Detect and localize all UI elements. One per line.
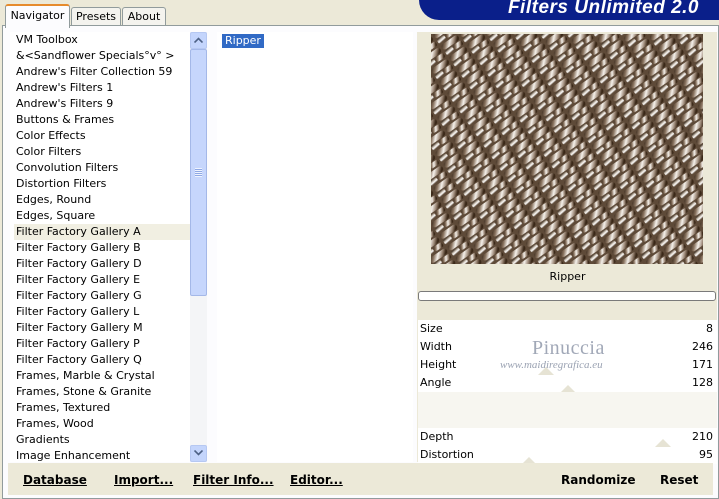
category-item[interactable]: Color Effects <box>14 128 194 144</box>
filter-preview-image <box>431 34 703 264</box>
category-item[interactable]: Buttons & Frames <box>14 112 194 128</box>
brand-banner: Filters Unlimited 2.0 <box>419 0 719 20</box>
bottom-button-bar: Database Import... Filter Info... Editor… <box>8 463 713 495</box>
preview-caption: Ripper <box>418 266 717 288</box>
param-value: 8 <box>706 322 713 335</box>
category-item[interactable]: &<Sandflower Specials°v° > <box>14 48 194 64</box>
grip-icon <box>195 168 202 177</box>
category-item[interactable]: Convolution Filters <box>14 160 194 176</box>
param-row-size[interactable]: Size 8 <box>418 320 717 338</box>
param-value: 171 <box>692 358 713 371</box>
param-name: Width <box>420 340 452 353</box>
category-scrollbar[interactable] <box>190 32 207 462</box>
param-row-distortion[interactable]: Distortion 95 <box>418 446 717 465</box>
param-value: 246 <box>692 340 713 353</box>
param-row-empty[interactable] <box>418 410 717 428</box>
randomize-button[interactable]: Randomize <box>561 472 635 488</box>
brand-title: Filters Unlimited 2.0 <box>507 0 699 18</box>
tab-presets[interactable]: Presets <box>71 7 121 26</box>
filter-info-button[interactable]: Filter Info... <box>193 472 274 488</box>
chevron-up-icon <box>194 37 203 43</box>
category-item[interactable]: Edges, Round <box>14 192 194 208</box>
category-item[interactable]: Filter Factory Gallery G <box>14 288 194 304</box>
category-item[interactable]: Frames, Marble & Crystal <box>14 368 194 384</box>
category-item[interactable]: Filter Factory Gallery L <box>14 304 194 320</box>
category-item[interactable]: Frames, Stone & Granite <box>14 384 194 400</box>
category-list-panel: VM Toolbox &<Sandflower Specials°v° > Andr… <box>10 32 207 462</box>
category-item[interactable]: VM Toolbox <box>14 32 194 48</box>
reset-button[interactable]: Reset <box>660 472 698 488</box>
category-item[interactable]: Filter Factory Gallery M <box>14 320 194 336</box>
category-item[interactable]: Color Filters <box>14 144 194 160</box>
category-item[interactable]: Frames, Textured <box>14 400 194 416</box>
category-list[interactable]: VM Toolbox &<Sandflower Specials°v° > Andr… <box>14 32 194 464</box>
category-item[interactable]: Filter Factory Gallery E <box>14 272 194 288</box>
category-item[interactable]: Gradients <box>14 432 194 448</box>
category-item[interactable]: Distortion Filters <box>14 176 194 192</box>
param-value: 128 <box>692 376 713 389</box>
param-name: Depth <box>420 430 454 443</box>
param-name: Size <box>420 322 443 335</box>
param-value: 95 <box>699 448 713 461</box>
watermark-url: www.maidiregrafica.eu <box>500 359 603 371</box>
database-button[interactable]: Database <box>23 472 87 488</box>
category-item[interactable]: Image Enhancement <box>14 448 194 464</box>
progress-bar <box>418 291 716 301</box>
tab-navigator[interactable]: Navigator <box>5 4 70 28</box>
category-item[interactable]: Filter Factory Gallery P <box>14 336 194 352</box>
category-item[interactable]: Filter Factory Gallery B <box>14 240 194 256</box>
category-item[interactable]: Edges, Square <box>14 208 194 224</box>
editor-button[interactable]: Editor... <box>290 472 343 488</box>
category-item[interactable]: Andrew's Filters 9 <box>14 96 194 112</box>
param-name: Angle <box>420 376 452 389</box>
category-item[interactable]: Frames, Wood <box>14 416 194 432</box>
category-item[interactable]: Filter Factory Gallery A <box>14 224 194 240</box>
tab-bar: Navigator Presets About Filters Unlimite… <box>0 0 719 28</box>
scroll-thumb[interactable] <box>190 49 207 296</box>
category-item[interactable]: Filter Factory Gallery D <box>14 256 194 272</box>
param-row-angle[interactable]: Angle 128 <box>418 374 717 393</box>
chevron-down-icon <box>194 450 203 456</box>
param-row-depth[interactable]: Depth 210 <box>418 428 717 447</box>
param-name: Distortion <box>420 448 474 461</box>
watermark-name: Pinuccia <box>532 337 605 359</box>
category-item[interactable]: Andrew's Filters 1 <box>14 80 194 96</box>
param-name: Height <box>420 358 457 371</box>
filter-item-ripper[interactable]: Ripper <box>222 34 264 48</box>
tab-about[interactable]: About <box>122 7 166 26</box>
scroll-up-button[interactable] <box>190 32 207 49</box>
param-value: 210 <box>692 430 713 443</box>
category-item[interactable]: Filter Factory Gallery Q <box>14 352 194 368</box>
filter-list-panel: Ripper <box>217 32 413 462</box>
import-button[interactable]: Import... <box>114 472 173 488</box>
param-row-empty[interactable] <box>418 392 717 410</box>
scroll-down-button[interactable] <box>190 445 207 462</box>
category-item[interactable]: Andrew's Filter Collection 59 <box>14 64 194 80</box>
